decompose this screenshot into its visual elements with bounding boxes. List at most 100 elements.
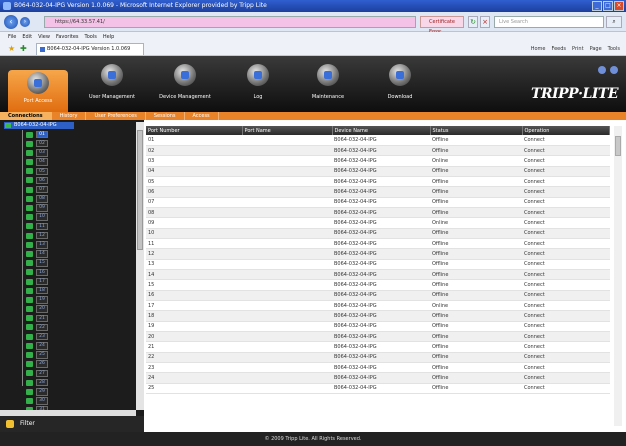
table-row[interactable]: 21 B064-032-04-IPG Offline Connect (146, 341, 610, 353)
menu-help[interactable]: Help (103, 32, 114, 42)
table-row[interactable]: 12 B064-032-04-IPG Offline Connect (146, 248, 610, 260)
menu-view[interactable]: View (38, 32, 50, 42)
tree-port-item[interactable]: 04 (0, 158, 136, 167)
menu-edit[interactable]: Edit (22, 32, 32, 42)
table-row[interactable]: 08 B064-032-04-IPG Offline Connect (146, 207, 610, 219)
subtab-history[interactable]: History (52, 112, 87, 120)
subtab-user-preferences[interactable]: User Preferences (86, 112, 146, 120)
tree-port-item[interactable]: 03 (0, 148, 136, 157)
table-row[interactable]: 18 B064-032-04-IPG Offline Connect (146, 310, 610, 322)
stop-icon[interactable]: × (480, 16, 490, 28)
cell-operation[interactable]: Connect (522, 238, 610, 250)
tab-log[interactable]: Log (238, 60, 278, 108)
cell-operation[interactable]: Connect (522, 197, 610, 208)
sidebar-vertical-scrollbar[interactable] (136, 122, 144, 410)
subtab-access[interactable]: Access (185, 112, 219, 120)
col-operation[interactable]: Operation (522, 126, 610, 135)
cell-operation[interactable]: Connect (522, 145, 610, 157)
cell-operation[interactable]: Connect (522, 217, 610, 229)
cell-operation[interactable]: Connect (522, 341, 610, 353)
print-button[interactable]: Print (572, 44, 584, 54)
tab-device-management[interactable]: Device Management (150, 60, 220, 108)
table-row[interactable]: 15 B064-032-04-IPG Offline Connect (146, 279, 610, 291)
tree-port-item[interactable]: 18 (0, 286, 136, 295)
cell-operation[interactable]: Connect (522, 310, 610, 322)
close-button[interactable]: × (614, 1, 624, 11)
cell-operation[interactable]: Connect (522, 135, 610, 146)
tree-port-item[interactable]: 17 (0, 277, 136, 286)
tree-port-item[interactable]: 09 (0, 204, 136, 213)
tree-port-item[interactable]: 16 (0, 268, 136, 277)
tree-port-item[interactable]: 21 (0, 314, 136, 323)
favorites-star-icon[interactable]: ★ (8, 44, 15, 54)
table-row[interactable]: 25 B064-032-04-IPG Offline Connect (146, 383, 610, 395)
scrollbar-thumb[interactable] (615, 136, 621, 156)
minimize-button[interactable]: _ (592, 1, 602, 11)
search-input[interactable]: Live Search (494, 16, 604, 28)
tree-port-item[interactable]: 11 (0, 222, 136, 231)
cell-operation[interactable]: Connect (522, 352, 610, 364)
tree-port-item[interactable]: 06 (0, 176, 136, 185)
tree-port-item[interactable]: 23 (0, 332, 136, 341)
tab-port-access[interactable]: Port Access (8, 70, 68, 112)
tree-port-item[interactable]: 19 (0, 295, 136, 304)
cell-operation[interactable]: Connect (522, 248, 610, 260)
subtab-connections[interactable]: Connections (0, 112, 52, 120)
col-status[interactable]: Status (430, 126, 523, 135)
table-row[interactable]: 05 B064-032-04-IPG Offline Connect (146, 176, 610, 188)
tree-port-item[interactable]: 08 (0, 194, 136, 203)
add-favorite-icon[interactable]: ✚ (20, 44, 27, 54)
tree-port-item[interactable]: 12 (0, 231, 136, 240)
table-row[interactable]: 02 B064-032-04-IPG Offline Connect (146, 145, 610, 157)
certificate-error-button[interactable]: Certificate Error (420, 16, 464, 35)
tree-port-item[interactable]: 14 (0, 249, 136, 258)
table-row[interactable]: 23 B064-032-04-IPG Offline Connect (146, 362, 610, 374)
maximize-button[interactable]: □ (603, 1, 613, 11)
menu-file[interactable]: File (8, 32, 16, 42)
table-vertical-scrollbar[interactable] (614, 126, 622, 426)
tree-port-item[interactable]: 22 (0, 323, 136, 332)
cell-operation[interactable]: Connect (522, 321, 610, 333)
table-row[interactable]: 13 B064-032-04-IPG Offline Connect (146, 259, 610, 270)
cell-operation[interactable]: Connect (522, 176, 610, 188)
cell-operation[interactable]: Connect (522, 269, 610, 281)
cell-operation[interactable]: Connect (522, 383, 610, 395)
table-row[interactable]: 10 B064-032-04-IPG Offline Connect (146, 228, 610, 239)
table-row[interactable]: 24 B064-032-04-IPG Offline Connect (146, 372, 610, 384)
tree-port-item[interactable]: 01 (0, 130, 136, 139)
col-port-name[interactable]: Port Name (242, 126, 333, 135)
tree-root-device[interactable]: B064-032-04-IPG (4, 122, 74, 129)
cell-operation[interactable]: Connect (522, 186, 610, 198)
cell-operation[interactable]: Connect (522, 372, 610, 384)
table-row[interactable]: 14 B064-032-04-IPG Offline Connect (146, 269, 610, 281)
tree-port-item[interactable]: 29 (0, 387, 136, 396)
page-menu-button[interactable]: Page (590, 44, 602, 54)
table-row[interactable]: 07 B064-032-04-IPG Offline Connect (146, 197, 610, 208)
table-row[interactable]: 20 B064-032-04-IPG Offline Connect (146, 331, 610, 343)
menu-favorites[interactable]: Favorites (56, 32, 79, 42)
cell-operation[interactable]: Connect (522, 331, 610, 343)
tree-port-item[interactable]: 02 (0, 139, 136, 148)
table-row[interactable]: 09 B064-032-04-IPG Online Connect (146, 217, 610, 229)
table-row[interactable]: 01 B064-032-04-IPG Offline Connect (146, 135, 610, 146)
table-row[interactable]: 06 B064-032-04-IPG Offline Connect (146, 186, 610, 198)
tree-port-item[interactable]: 26 (0, 360, 136, 369)
table-row[interactable]: 11 B064-032-04-IPG Offline Connect (146, 238, 610, 250)
filter-bar[interactable]: Filter (0, 416, 144, 432)
table-row[interactable]: 19 B064-032-04-IPG Offline Connect (146, 321, 610, 333)
scrollbar-thumb[interactable] (137, 130, 143, 250)
tree-port-item[interactable]: 15 (0, 259, 136, 268)
tree-port-item[interactable]: 20 (0, 305, 136, 314)
help-icon[interactable] (598, 66, 606, 74)
table-row[interactable]: 17 B064-032-04-IPG Online Connect (146, 300, 610, 312)
back-arrow-icon[interactable]: ‹ (4, 15, 18, 29)
tree-port-item[interactable]: 30 (0, 396, 136, 405)
refresh-icon[interactable]: ↻ (468, 16, 478, 28)
forward-arrow-icon[interactable]: › (20, 17, 30, 27)
tools-menu-button[interactable]: Tools (608, 44, 620, 54)
cell-operation[interactable]: Connect (522, 228, 610, 239)
table-row[interactable]: 04 B064-032-04-IPG Offline Connect (146, 166, 610, 177)
cell-operation[interactable]: Connect (522, 259, 610, 270)
tree-port-item[interactable]: 27 (0, 369, 136, 378)
cell-operation[interactable]: Connect (522, 207, 610, 219)
